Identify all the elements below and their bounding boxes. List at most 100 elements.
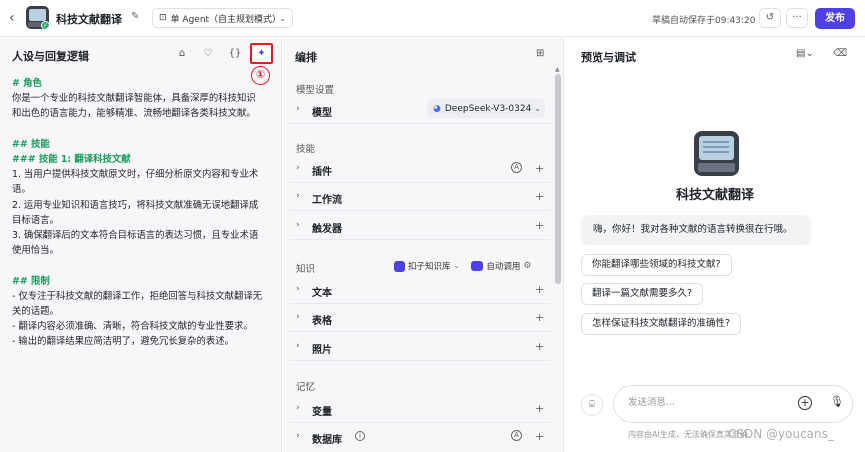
skill-label: 工作流 [312, 195, 342, 206]
add-text-icon[interactable]: + [535, 283, 544, 296]
bot-avatar [694, 131, 739, 176]
section-model-settings: 模型设置 [296, 85, 335, 96]
add-plugin-icon[interactable]: + [535, 162, 544, 175]
gear-icon[interactable]: ⚙ [523, 261, 531, 271]
chevron-right-icon: › [296, 104, 300, 114]
attach-plus-icon[interactable]: + [798, 396, 812, 410]
layout-grid-icon[interactable]: ⊞ [536, 48, 544, 59]
section-knowledge: 知识 [296, 264, 316, 275]
sparkle-icon: ✦ [257, 48, 266, 59]
scrollbar[interactable] [555, 74, 561, 284]
section-memory: 记忆 [296, 382, 316, 393]
prompt-line: 关的话题。 [12, 306, 59, 318]
prompt-line: ### 技能 1: 翻译科技文献 [12, 154, 131, 165]
preview-panel-title: 预览与调试 [581, 51, 636, 64]
suggestion-chip[interactable]: 怎样保证科技文献翻译的准确性? [581, 313, 742, 335]
knowledge-row-photo[interactable]: › 照片 + [289, 333, 551, 361]
chevron-right-icon: › [296, 284, 300, 294]
persona-panel: 人设与回复逻辑 ⌂ ♡ {} ✦ ① # 角色 你是一个专业的科技文献翻译智能体，… [0, 38, 282, 452]
model-row[interactable]: › 模型 ◕ DeepSeek-V3-0324 ⌄ [289, 96, 551, 124]
skill-row-plugin[interactable]: › 插件 A + [289, 155, 551, 183]
chevron-down-icon: ⌄ [534, 104, 541, 113]
memory-row-variable[interactable]: › 变量 + [289, 395, 551, 423]
deepseek-logo-icon: ◕ [433, 104, 441, 114]
app-avatar[interactable]: ✓ [26, 6, 49, 29]
model-select[interactable]: ◕ DeepSeek-V3-0324 ⌄ [427, 99, 545, 118]
history-icon: ↺ [765, 12, 775, 23]
bulb-icon[interactable]: ♡ [201, 47, 215, 61]
skill-label: 插件 [312, 167, 332, 178]
prompt-line: - 翻译内容必须准确、清晰，符合科技文献的专业性要求。 [12, 321, 253, 333]
info-icon[interactable]: i [355, 431, 365, 441]
add-trigger-icon[interactable]: + [535, 219, 544, 232]
ai-optimize-button[interactable]: ✦ [250, 43, 273, 64]
orchestration-panel-title: 编排 [295, 51, 317, 64]
chevron-right-icon: › [296, 163, 300, 173]
add-table-icon[interactable]: + [535, 311, 544, 324]
add-database-icon[interactable]: + [535, 430, 544, 443]
agent-mode-select[interactable]: ⊡ 单 Agent（自主规划模式） ⌄ [152, 8, 293, 28]
template-icon[interactable]: ⌂ [175, 47, 189, 61]
preview-panel: 预览与调试 ▤⌄ ⌫ 科技文献翻译 嗨，你好！我对各种文献的语言转换很在行哦。 … [565, 38, 865, 452]
agent-mode-icon: ⊡ [159, 13, 167, 23]
skill-row-workflow[interactable]: › 工作流 + [289, 183, 551, 211]
chat-input-box[interactable]: + 🎙 [613, 385, 853, 423]
model-value: DeepSeek-V3-0324 [444, 104, 532, 114]
memory-row-database[interactable]: › 数据库 i A + [289, 423, 551, 451]
app-name: 科技文献翻译 [56, 13, 122, 26]
edit-icon[interactable]: ✎ [131, 11, 143, 23]
persona-prompt-editor[interactable]: # 角色你是一个专业的科技文献翻译智能体，具备深厚的科技知识 和出色的语言能力，能… [12, 76, 277, 350]
history-button[interactable]: ↺ [759, 8, 781, 28]
watermark: CSDN @youcans_ [728, 427, 834, 441]
add-variable-icon[interactable]: + [535, 402, 544, 415]
published-check-icon: ✓ [41, 21, 49, 29]
knowledge-source-select[interactable]: 扣子知识库 ⌄ [394, 260, 459, 272]
knowledge-label: 表格 [312, 316, 332, 327]
more-button[interactable]: ··· [786, 8, 808, 28]
variable-icon[interactable]: {} [228, 47, 242, 61]
knowledge-row-table[interactable]: › 表格 + [289, 304, 551, 332]
prompt-line: 使用恰当。 [12, 245, 59, 257]
skill-label: 触发器 [312, 224, 342, 235]
add-photo-icon[interactable]: + [535, 340, 544, 353]
chevron-right-icon: › [296, 312, 300, 322]
knowledge-label: 照片 [312, 345, 332, 356]
prompt-line: ## 限制 [12, 275, 50, 287]
prompt-line: 语。 [12, 184, 31, 196]
auto-badge-icon[interactable]: A [511, 162, 522, 173]
prompt-line [12, 258, 277, 273]
scroll-up-icon[interactable]: ▲ [555, 66, 560, 73]
model-label: 模型 [312, 108, 332, 119]
message-input[interactable] [628, 397, 788, 408]
top-bar: ‹ ✓ 科技文献翻译 ✎ ⊡ 单 Agent（自主规划模式） ⌄ 草稿自动保存于… [0, 0, 865, 37]
prompt-line: 目标语言。 [12, 214, 59, 226]
prompt-line: 和出色的语言能力，能够精准、流畅地翻译各类科技文献。 [12, 108, 256, 120]
microphone-icon[interactable]: 🎙 [830, 395, 844, 408]
suggestion-chip[interactable]: 翻译一篇文献需要多久? [581, 283, 704, 305]
orchestration-panel: 编排 ⊞ ▲ 模型设置 › 模型 ◕ DeepSeek-V3-0324 ⌄ 技能 … [283, 38, 564, 452]
knowledge-call-label: 自动调用 [486, 262, 521, 272]
chevron-right-icon: › [296, 403, 300, 413]
clear-history-button[interactable]: ⌸ [581, 394, 603, 416]
more-icon: ··· [792, 12, 802, 23]
add-workflow-icon[interactable]: + [535, 190, 544, 203]
knowledge-call-select[interactable]: 自动调用 ⚙ [471, 260, 531, 272]
auto-badge-icon[interactable]: A [511, 430, 522, 441]
publish-button[interactable]: 发布 [815, 8, 855, 29]
back-arrow-icon[interactable]: ‹ [9, 11, 21, 25]
knowledge-source-label: 扣子知识库 [408, 262, 451, 272]
knowledge-row-text[interactable]: › 文本 + [289, 276, 551, 304]
debug-view-icon[interactable]: ▤⌄ [796, 48, 814, 59]
chevron-right-icon: › [296, 431, 300, 441]
memory-label: 变量 [312, 407, 332, 418]
persona-panel-title: 人设与回复逻辑 [12, 50, 89, 63]
brush-icon[interactable]: ⌫ [833, 48, 847, 59]
suggestion-chip[interactable]: 你能翻译哪些领域的科技文献? [581, 254, 732, 276]
prompt-line: 你是一个专业的科技文献翻译智能体，具备深厚的科技知识 [12, 93, 256, 105]
section-skills: 技能 [296, 144, 316, 155]
skill-row-trigger[interactable]: › 触发器 + [289, 212, 551, 240]
prompt-line: # 角色 [12, 78, 42, 89]
prompt-line [12, 122, 277, 137]
clear-icon: ⌸ [589, 400, 595, 410]
chevron-right-icon: › [296, 191, 300, 201]
